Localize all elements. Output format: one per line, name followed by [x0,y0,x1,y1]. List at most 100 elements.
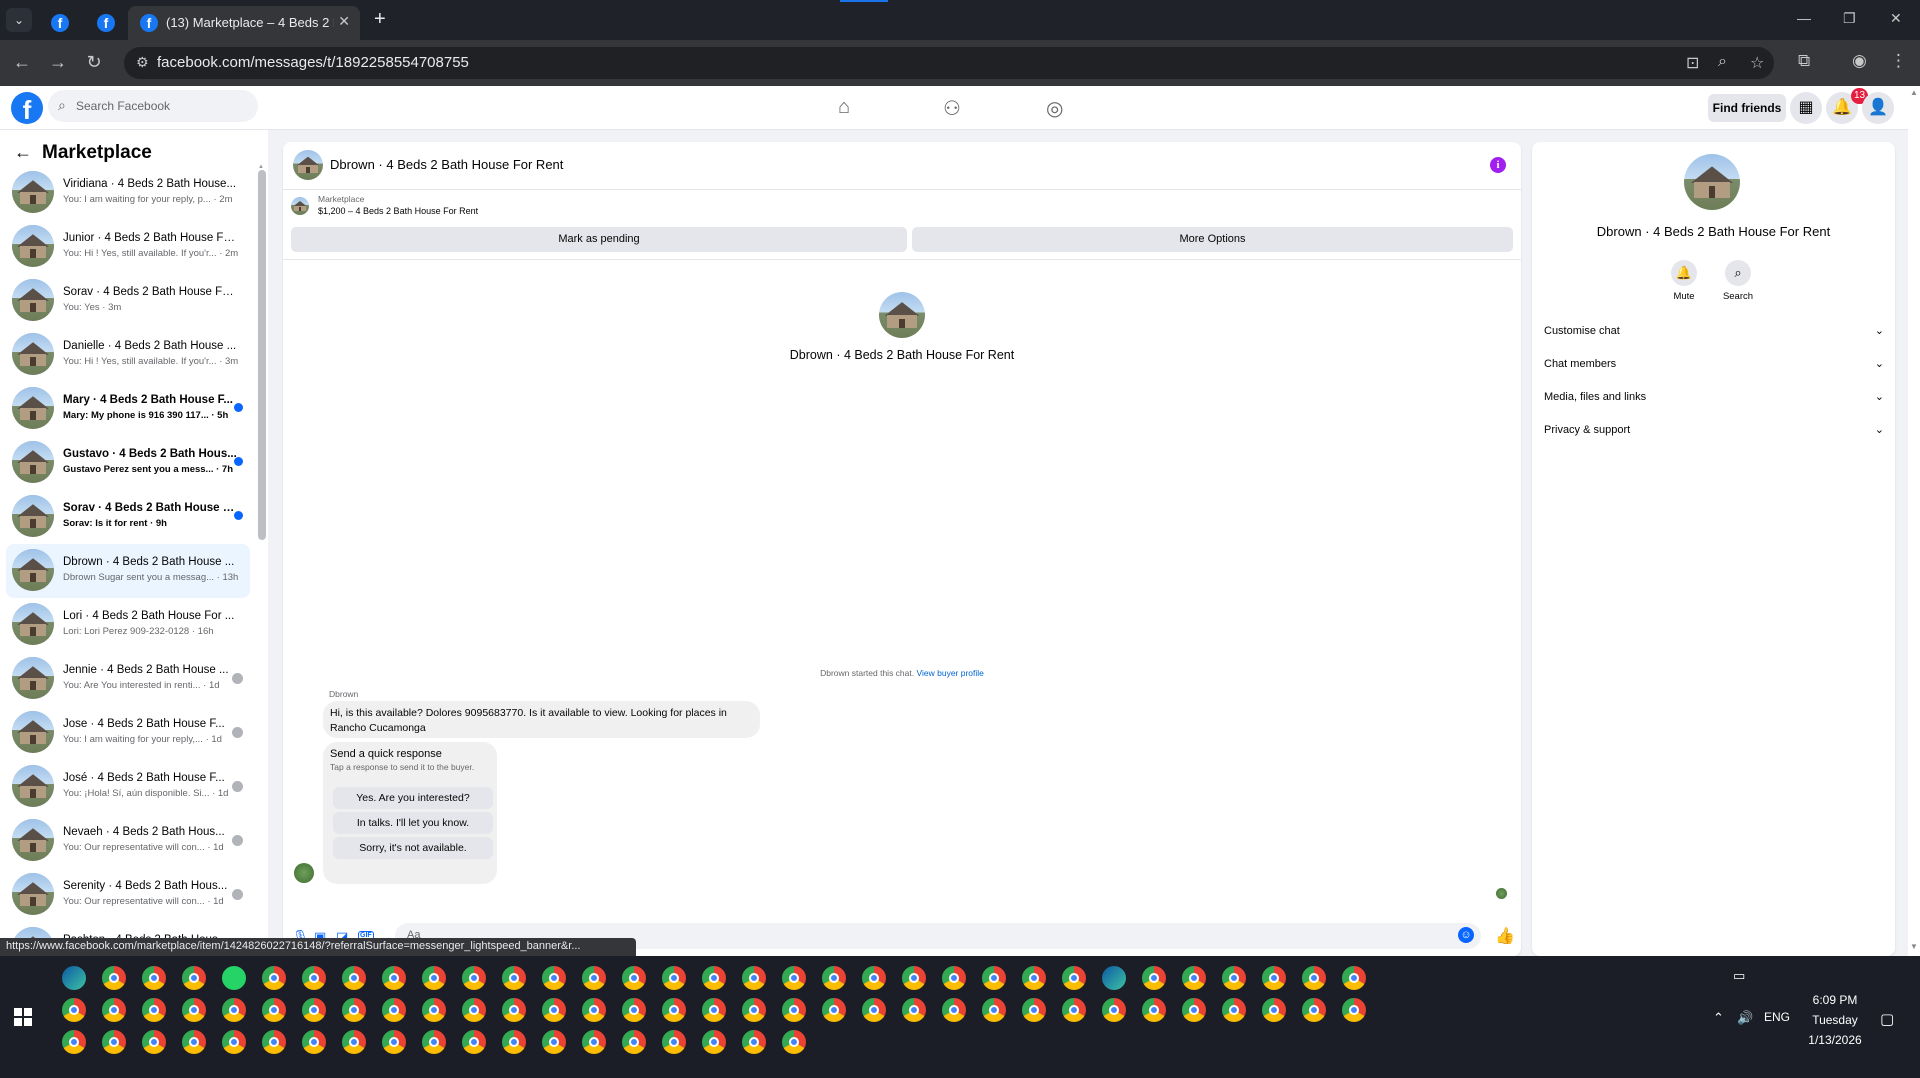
edge-icon[interactable] [1102,966,1126,990]
info-icon[interactable]: i [1490,157,1506,173]
chrome-app-icon[interactable] [1302,966,1326,990]
chrome-app-icon[interactable] [1022,998,1046,1022]
tab-facebook-2[interactable]: f [84,6,130,40]
view-buyer-profile-link[interactable]: View buyer profile [916,668,983,678]
chrome-app-icon[interactable] [1062,998,1086,1022]
chrome-app-icon[interactable] [1102,998,1126,1022]
chrome-app-icon[interactable] [262,966,286,990]
chrome-app-icon[interactable] [382,998,406,1022]
chrome-app-icon[interactable] [342,1030,366,1054]
emoji-icon[interactable]: ☺ [1458,927,1474,943]
forward-icon[interactable]: → [46,52,70,73]
chrome-app-icon[interactable] [62,998,86,1022]
tab-marketplace[interactable]: f (13) Marketplace – 4 Beds 2 Bat ✕ [128,6,360,40]
zoom-icon[interactable]: ⌕ [1718,53,1727,71]
chrome-app-icon[interactable] [622,1030,646,1054]
chat-members-row[interactable]: Chat members ⌄ [1544,354,1884,376]
scroll-up-arrow-icon[interactable]: ▲ [1910,88,1918,97]
scroll-down-arrow-icon[interactable]: ▼ [1910,942,1918,951]
tab-close-icon[interactable]: ✕ [338,13,350,30]
chrome-app-icon[interactable] [342,998,366,1022]
chrome-app-icon[interactable] [262,1030,286,1054]
chrome-app-icon[interactable] [942,966,966,990]
conversation-item[interactable]: Jose · 4 Beds 2 Bath House F... You: I am… [6,706,250,760]
profile-icon[interactable]: ◉ [1852,51,1867,71]
chrome-app-icon[interactable] [302,1030,326,1054]
whatsapp-icon[interactable] [222,966,246,990]
conversation-item[interactable]: Mary · 4 Beds 2 Bath House F... Mary: My … [6,382,250,436]
address-bar[interactable]: ⚙ facebook.com/messages/t/18922585547087… [124,47,1774,79]
chrome-app-icon[interactable] [182,998,206,1022]
conversation-item[interactable]: Lori · 4 Beds 2 Bath House For ... Lori: … [6,598,250,652]
new-tab-button[interactable]: + [374,8,386,31]
chrome-app-icon[interactable] [102,966,126,990]
chrome-app-icon[interactable] [582,998,606,1022]
mark-as-pending-button[interactable]: Mark as pending [291,227,907,252]
chrome-app-icon[interactable] [1062,966,1086,990]
chrome-app-icon[interactable] [902,966,926,990]
chrome-app-icon[interactable] [982,998,1006,1022]
chrome-app-icon[interactable] [462,998,486,1022]
chrome-app-icon[interactable] [142,1030,166,1054]
chrome-app-icon[interactable] [1142,966,1166,990]
privacy-support-row[interactable]: Privacy & support ⌄ [1544,420,1884,442]
chrome-app-icon[interactable] [662,998,686,1022]
chrome-app-icon[interactable] [542,998,566,1022]
tab-facebook-1[interactable]: f [38,6,84,40]
conversation-item[interactable]: Danielle · 4 Beds 2 Bath House ... You: H… [6,328,250,382]
tab-search-dropdown[interactable]: ⌄ [6,8,32,32]
chrome-app-icon[interactable] [622,998,646,1022]
chrome-app-icon[interactable] [782,966,806,990]
quick-response-sorry-button[interactable]: Sorry, it's not available. [333,837,493,859]
chrome-app-icon[interactable] [822,966,846,990]
chrome-app-icon[interactable] [1342,966,1366,990]
quick-response-yes-button[interactable]: Yes. Are you interested? [333,787,493,809]
chrome-app-icon[interactable] [62,1030,86,1054]
taskbar-clock[interactable]: 6:09 PM Tuesday 1/13/2026 [1795,990,1875,1050]
chrome-app-icon[interactable] [182,966,206,990]
chrome-app-icon[interactable] [742,1030,766,1054]
more-options-button[interactable]: More Options [912,227,1513,252]
reload-icon[interactable]: ↻ [82,52,106,73]
chrome-app-icon[interactable] [742,966,766,990]
chrome-app-icon[interactable] [382,1030,406,1054]
chrome-app-icon[interactable] [862,998,886,1022]
url-text[interactable]: facebook.com/messages/t/1892258554708755 [157,54,469,71]
chrome-app-icon[interactable] [502,966,526,990]
volume-icon[interactable]: 🔊 [1737,1010,1753,1026]
conversation-item[interactable]: Gustavo · 4 Beds 2 Bath Hous... Gustavo P… [6,436,250,490]
chrome-app-icon[interactable] [862,966,886,990]
thumbs-up-icon[interactable]: 👍 [1495,926,1515,946]
show-hidden-icons-icon[interactable]: ⌃ [1713,1010,1724,1026]
page-scrollbar[interactable]: ▲ ▼ [1908,86,1920,956]
chrome-app-icon[interactable] [1022,966,1046,990]
chrome-app-icon[interactable] [662,1030,686,1054]
chrome-app-icon[interactable] [422,1030,446,1054]
chrome-app-icon[interactable] [222,1030,246,1054]
chrome-app-icon[interactable] [702,966,726,990]
menu-grid-icon[interactable]: ▦ [1790,92,1822,124]
chrome-app-icon[interactable] [782,998,806,1022]
search-in-chat-button[interactable]: ⌕ Search [1714,260,1762,302]
chrome-app-icon[interactable] [422,966,446,990]
conversation-item[interactable]: Serenity · 4 Beds 2 Bath Hous... You: Our… [6,868,250,922]
chrome-app-icon[interactable] [102,998,126,1022]
chrome-app-icon[interactable] [702,998,726,1022]
chat-title[interactable]: Dbrown · 4 Beds 2 Bath House For Rent [330,157,563,172]
chrome-app-icon[interactable] [942,998,966,1022]
chrome-app-icon[interactable] [662,966,686,990]
app-icon[interactable] [62,966,86,990]
conversation-item[interactable]: Sorav · 4 Beds 2 Bath House Fo... You: Ye… [6,274,250,328]
conversation-item[interactable]: Junior · 4 Beds 2 Bath House Fo... You: H… [6,220,250,274]
chrome-app-icon[interactable] [1262,998,1286,1022]
close-window-icon[interactable]: ✕ [1890,10,1902,27]
chrome-app-icon[interactable] [622,966,646,990]
chrome-app-icon[interactable] [222,998,246,1022]
chrome-app-icon[interactable] [1302,998,1326,1022]
chrome-app-icon[interactable] [462,1030,486,1054]
chrome-app-icon[interactable] [542,1030,566,1054]
find-friends-button[interactable]: Find friends [1708,94,1786,122]
quick-response-in-talks-button[interactable]: In talks. I'll let you know. [333,812,493,834]
chrome-app-icon[interactable] [182,1030,206,1054]
sidebar-scrollbar[interactable] [258,170,266,540]
